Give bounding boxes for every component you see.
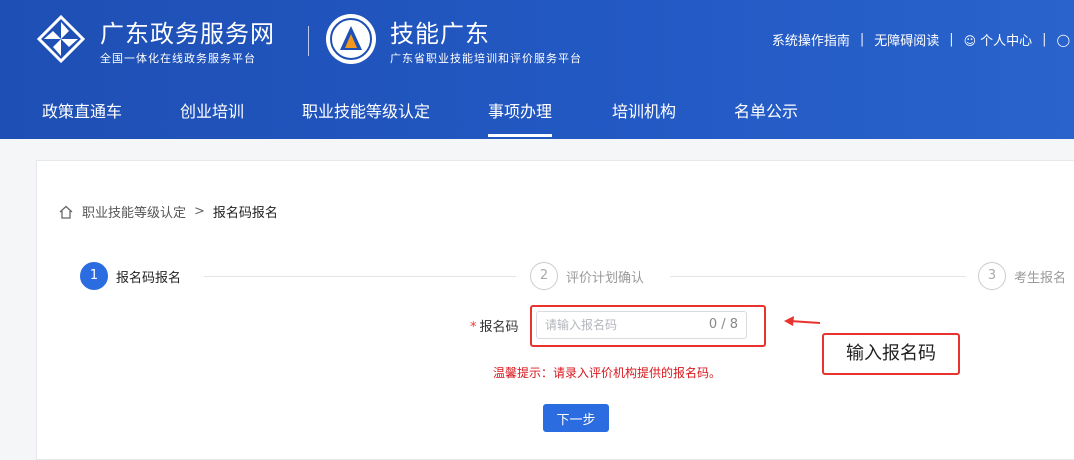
skill-subtitle: 广东省职业技能培训和评价服务平台 bbox=[390, 52, 582, 65]
guide-link[interactable]: 系统操作指南 bbox=[772, 30, 850, 49]
nav-item-institutions[interactable]: 培训机构 bbox=[612, 92, 676, 139]
breadcrumb-current: 报名码报名 bbox=[212, 206, 278, 221]
gov-logo-icon bbox=[36, 14, 86, 64]
skill-seal-icon bbox=[326, 14, 376, 64]
step-1-label: 报名码报名 bbox=[116, 271, 182, 286]
nav-item-policy[interactable]: 政策直通车 bbox=[42, 92, 122, 139]
enroll-code-label-text: 报名码 bbox=[479, 320, 519, 335]
accessible-link[interactable]: 无障碍阅读 bbox=[874, 30, 939, 49]
site-header: 广东政务服务网 全国一体化在线政务服务平台 技能广东 广东省职业技能培训和评价服… bbox=[0, 0, 1074, 139]
link-separator: | bbox=[1042, 32, 1047, 47]
personal-center-label: 个人中心 bbox=[980, 34, 1033, 49]
header-divider bbox=[308, 26, 309, 56]
main-nav: 政策直通车 创业培训 职业技能等级认定 事项办理 培训机构 名单公示 bbox=[0, 92, 1074, 139]
annotation-highlight-box bbox=[530, 305, 766, 347]
nav-item-affairs[interactable]: 事项办理 bbox=[488, 92, 553, 139]
nav-item-startup-training[interactable]: 创业培训 bbox=[180, 92, 244, 139]
user-icon: ☺ bbox=[963, 34, 977, 48]
step-connector bbox=[204, 276, 516, 277]
user-circle-icon[interactable]: ◯ bbox=[1057, 33, 1070, 47]
link-separator: | bbox=[949, 32, 954, 47]
breadcrumb-separator: > bbox=[194, 204, 205, 219]
personal-center-link[interactable]: ☺ 个人中心 bbox=[964, 30, 1033, 49]
next-button[interactable]: 下一步 bbox=[543, 404, 609, 432]
step-3-label: 考生报名 bbox=[1014, 271, 1067, 286]
hint-text: 温馨提示：请录入评价机构提供的报名码。 bbox=[493, 366, 722, 380]
link-separator: | bbox=[859, 32, 865, 47]
nav-item-publicity[interactable]: 名单公示 bbox=[734, 92, 798, 139]
enroll-code-label: * 报名码 bbox=[470, 316, 519, 335]
step-2-circle: 2 bbox=[530, 262, 558, 290]
step-2-label: 评价计划确认 bbox=[566, 271, 645, 286]
home-icon[interactable] bbox=[58, 204, 74, 220]
skill-title: 技能广东 bbox=[390, 20, 490, 48]
step-3-circle: 3 bbox=[978, 262, 1006, 290]
annotation-arrow-icon bbox=[784, 316, 821, 326]
step-1-circle: 1 bbox=[80, 262, 108, 290]
breadcrumb-parent[interactable]: 职业技能等级认定 bbox=[82, 202, 186, 221]
annotation-callout: 输入报名码 bbox=[822, 333, 960, 375]
step-connector bbox=[670, 276, 966, 277]
breadcrumb: 职业技能等级认定 > 报名码报名 bbox=[58, 202, 278, 221]
required-mark: * bbox=[470, 320, 477, 335]
nav-item-skill-certification[interactable]: 职业技能等级认定 bbox=[302, 92, 430, 139]
site-subtitle: 全国一体化在线政务服务平台 bbox=[100, 52, 256, 65]
site-title: 广东政务服务网 bbox=[100, 20, 275, 48]
top-links: 系统操作指南 | 无障碍阅读 | ☺ 个人中心 | ◯ bbox=[772, 30, 1074, 49]
